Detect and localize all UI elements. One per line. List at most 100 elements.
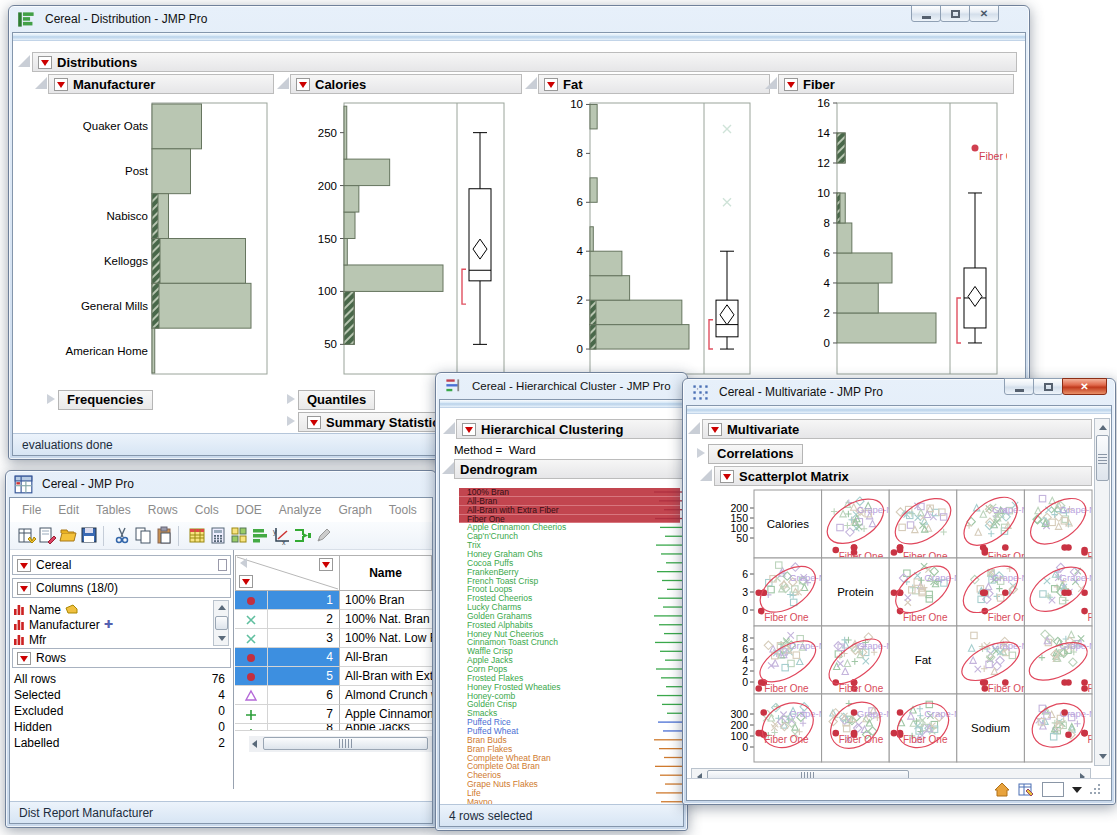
- maximize-button[interactable]: [1033, 378, 1063, 395]
- window-datatable[interactable]: Cereal - JMP Pro FileEditTablesRowsColsD…: [5, 470, 437, 828]
- menu-tables[interactable]: Tables: [96, 503, 131, 517]
- row-name-cell[interactable]: Apple Cinnamon Cheerios: [340, 705, 432, 724]
- row-state-cell[interactable]: [235, 648, 268, 667]
- red-triangle-menu[interactable]: [17, 582, 31, 595]
- row-state-cell[interactable]: [235, 610, 268, 629]
- close-button[interactable]: ✕: [969, 5, 999, 22]
- row-state-cell[interactable]: [235, 667, 268, 686]
- data-grid[interactable]: Name1100% Bran2100% Nat. Bran Oats & Hon…: [235, 550, 432, 803]
- collapse-triangle[interactable]: [442, 462, 454, 474]
- menu-doe[interactable]: DOE: [236, 503, 262, 517]
- data-table-icon[interactable]: [1018, 783, 1034, 797]
- dropdown-arrow[interactable]: [1072, 787, 1082, 793]
- distribution-titlebar[interactable]: Cereal - Distribution - JMP Pro: [9, 6, 1029, 32]
- menu-rows[interactable]: Rows: [148, 503, 178, 517]
- dendrogram-tree[interactable]: [646, 486, 684, 808]
- panel-header-fiber[interactable]: Fiber: [778, 74, 1014, 94]
- red-triangle-menu[interactable]: [544, 78, 558, 91]
- minimize-button[interactable]: [911, 5, 941, 22]
- distribution-bars-icon[interactable]: [251, 526, 270, 545]
- collapse-triangle[interactable]: [765, 77, 777, 89]
- frequencies-collapse-icon[interactable]: [47, 394, 55, 404]
- panel-header-calories[interactable]: Calories: [290, 74, 522, 94]
- summary-calc-icon[interactable]: [209, 526, 228, 545]
- row-state-cell[interactable]: [235, 629, 268, 648]
- row-name-cell[interactable]: All-Bran with Extra Fiber: [340, 667, 432, 686]
- dendrogram-header[interactable]: Dendrogram: [454, 459, 684, 479]
- histogram-manufacturer[interactable]: Quaker OatsPostNabiscoKelloggsGeneral Mi…: [62, 95, 277, 385]
- open-icon[interactable]: [59, 526, 78, 545]
- join-arrows-icon[interactable]: [293, 526, 312, 545]
- fit-yx-icon[interactable]: yx: [272, 526, 291, 545]
- row-state-cell[interactable]: [235, 591, 268, 610]
- collapse-triangle[interactable]: [35, 77, 47, 89]
- red-triangle-menu[interactable]: [319, 558, 333, 571]
- row-number-cell[interactable]: 7: [268, 705, 340, 724]
- red-triangle-menu[interactable]: [708, 423, 722, 436]
- row-number-cell[interactable]: 8: [268, 724, 340, 731]
- vertical-scrollbar[interactable]: [1094, 418, 1110, 766]
- row-number-cell[interactable]: 4: [268, 648, 340, 667]
- row-number-cell[interactable]: 1: [268, 591, 340, 610]
- red-triangle-menu[interactable]: [296, 78, 310, 91]
- grid-name-header[interactable]: Name: [340, 555, 432, 591]
- panel-expand-icon[interactable]: [219, 560, 226, 570]
- cluster-titlebar[interactable]: Cereal - Hierarchical Cluster - JMP Pro: [436, 373, 687, 399]
- cluster-header[interactable]: Hierarchical Clustering: [456, 419, 684, 439]
- cut-icon[interactable]: [113, 526, 132, 545]
- menu-file[interactable]: File: [22, 503, 41, 517]
- collapse-triangle[interactable]: [688, 422, 700, 434]
- window-grid-icon[interactable]: [230, 526, 249, 545]
- grid-collapse-icon[interactable]: [240, 558, 247, 568]
- column-item-name[interactable]: Name: [14, 602, 78, 617]
- journal-icon[interactable]: [38, 526, 57, 545]
- row-state-cell[interactable]: [235, 724, 268, 731]
- grid-h-scrollbar[interactable]: [249, 736, 432, 752]
- minimize-button[interactable]: [1004, 378, 1034, 395]
- row-state-cell[interactable]: [235, 686, 268, 705]
- table-name-panel[interactable]: Cereal: [12, 555, 231, 575]
- menu-edit[interactable]: Edit: [58, 503, 79, 517]
- row-number-cell[interactable]: 2: [268, 610, 340, 629]
- collapse-triangle[interactable]: [525, 77, 537, 89]
- summary-collapse-icon[interactable]: [287, 416, 295, 426]
- column-item-manufacturer[interactable]: Manufacturer✚: [14, 617, 113, 632]
- red-triangle-menu[interactable]: [784, 78, 798, 91]
- distributions-header[interactable]: Distributions: [32, 52, 1017, 72]
- edit-pencil-icon[interactable]: [314, 526, 333, 545]
- columns-scrollbar[interactable]: [213, 600, 229, 646]
- histogram-calories[interactable]: 50100150200250: [302, 95, 517, 385]
- red-triangle-menu[interactable]: [462, 423, 476, 436]
- red-triangle-menu[interactable]: [38, 56, 52, 69]
- red-triangle-menu[interactable]: [17, 652, 31, 665]
- menu-cols[interactable]: Cols: [195, 503, 219, 517]
- histogram-fat[interactable]: 0246810: [547, 95, 762, 385]
- menu-graph[interactable]: Graph: [338, 503, 371, 517]
- column-item-mfr[interactable]: Mfr: [14, 632, 46, 647]
- close-button[interactable]: ✕: [1062, 378, 1107, 395]
- row-name-cell[interactable]: Almond Crunch w Raisins: [340, 686, 432, 705]
- collapse-triangle[interactable]: [277, 77, 289, 89]
- row-name-cell[interactable]: 100% Nat. Low Fat Granola w raisi: [340, 629, 432, 648]
- quantiles-button[interactable]: Quantiles: [298, 390, 375, 410]
- copy-icon[interactable]: [134, 526, 153, 545]
- collapse-triangle[interactable]: [18, 55, 30, 67]
- row-name-cell[interactable]: Apple Jacks: [340, 724, 432, 731]
- multivariate-header[interactable]: Multivariate: [702, 419, 1092, 439]
- row-number-cell[interactable]: 3: [268, 629, 340, 648]
- row-number-cell[interactable]: 5: [268, 667, 340, 686]
- row-number-cell[interactable]: 6: [268, 686, 340, 705]
- collapse-triangle[interactable]: [700, 469, 712, 481]
- red-triangle-menu[interactable]: [720, 470, 734, 483]
- maximize-button[interactable]: [940, 5, 970, 22]
- frequencies-button[interactable]: Frequencies: [58, 390, 153, 410]
- red-triangle-menu[interactable]: [239, 575, 253, 588]
- summary-statistics-button[interactable]: Summary Statistics: [298, 412, 456, 432]
- red-triangle-menu[interactable]: [17, 559, 31, 572]
- paste-icon[interactable]: [155, 526, 174, 545]
- selection-box[interactable]: [1042, 782, 1064, 797]
- columns-panel-header[interactable]: Columns (18/0): [12, 578, 231, 598]
- scatterplot-matrix-header[interactable]: Scatterplot Matrix: [714, 466, 1092, 486]
- row-name-cell[interactable]: 100% Bran: [340, 591, 432, 610]
- panel-header-manufacturer[interactable]: Manufacturer: [48, 74, 274, 94]
